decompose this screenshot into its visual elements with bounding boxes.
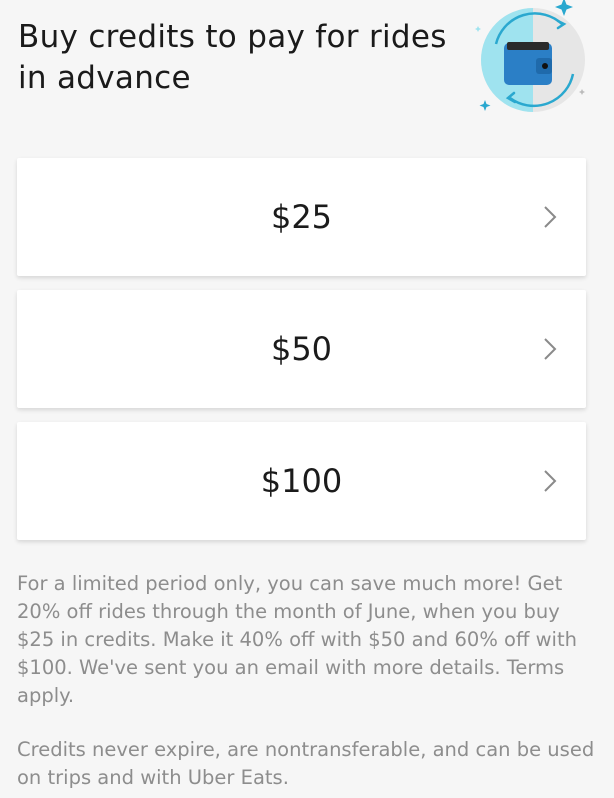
chevron-right-icon (544, 338, 557, 360)
wallet-refresh-icon (470, 0, 590, 120)
credit-option-50[interactable]: $50 (17, 290, 586, 408)
credit-amount: $100 (260, 462, 343, 500)
chevron-right-icon (544, 206, 557, 228)
chevron-right-icon (544, 470, 557, 492)
credit-amount: $25 (270, 198, 333, 236)
credit-option-25[interactable]: $25 (17, 158, 586, 276)
credit-amount: $50 (270, 330, 333, 368)
page-title: Buy credits to pay for rides in advance (18, 19, 447, 96)
credits-note: Credits never expire, are nontransferabl… (17, 738, 595, 789)
header: Buy credits to pay for rides in advance (0, 0, 614, 140)
credit-option-100[interactable]: $100 (17, 422, 586, 540)
promo-description: For a limited period only, you can save … (17, 572, 577, 707)
credit-options-list: $25 $50 $100 (17, 158, 586, 554)
